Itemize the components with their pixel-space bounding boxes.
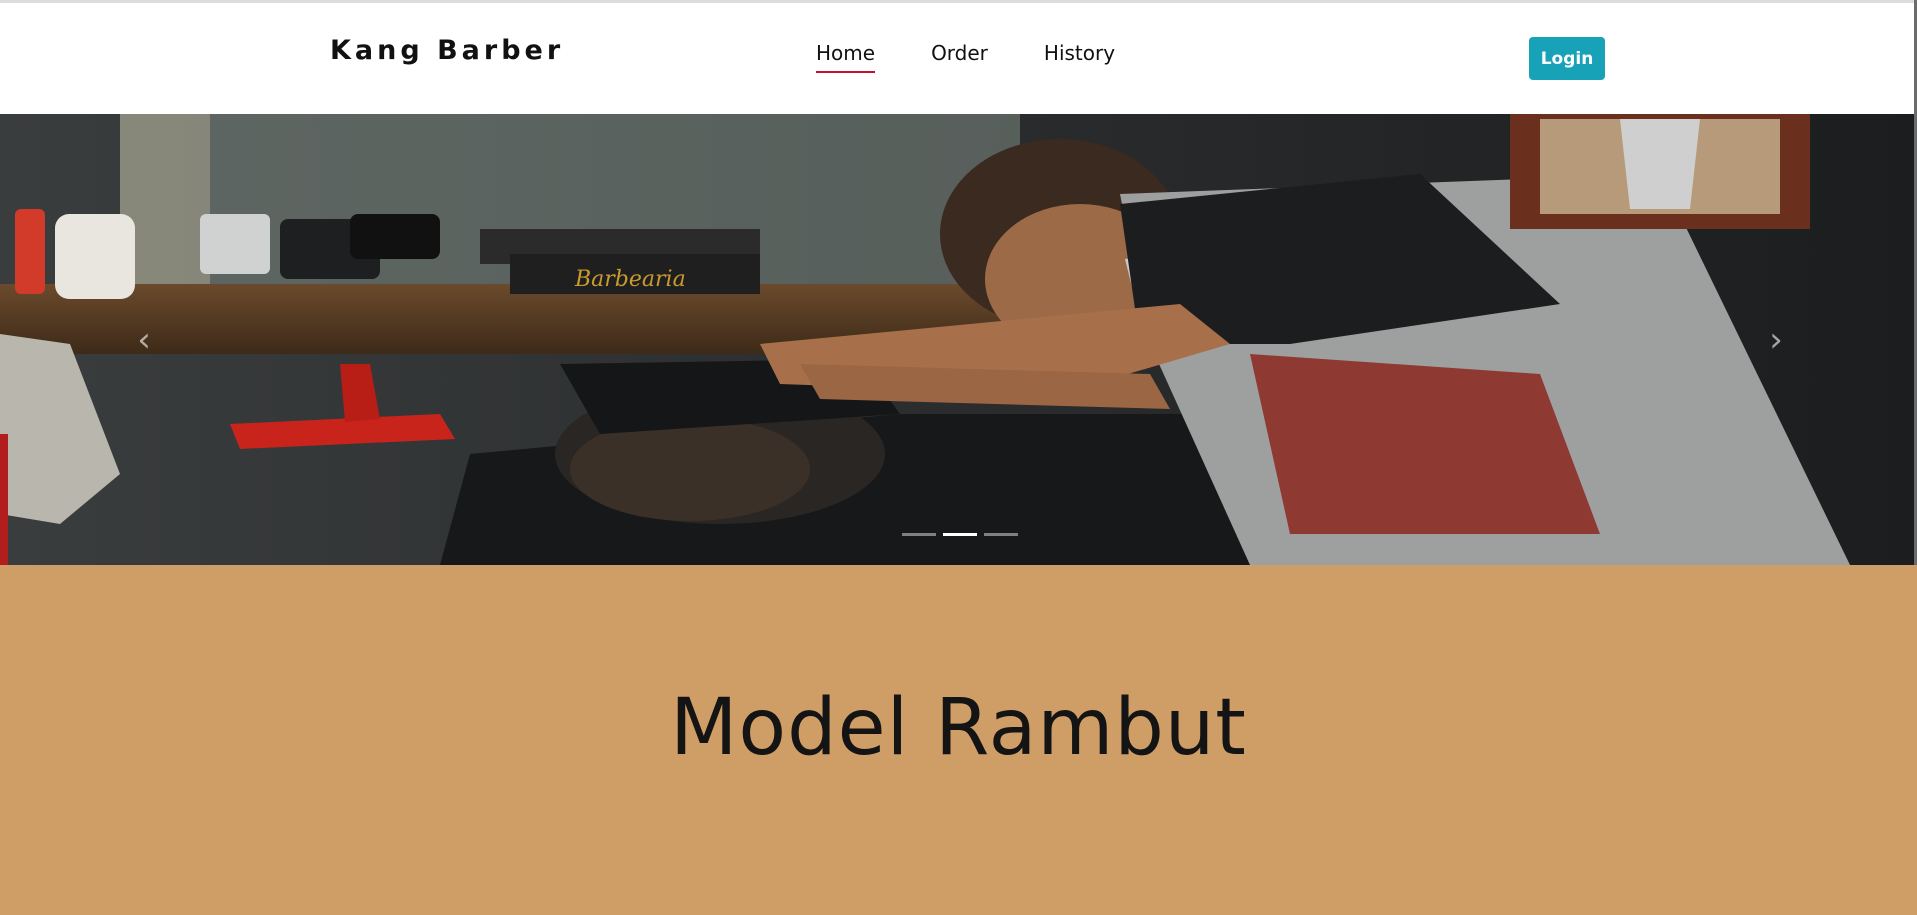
navbar: Kang Barber Home Order History Login [0,3,1914,114]
section-title: Model Rambut [670,683,1247,773]
nav-link-history[interactable]: History [1044,41,1115,73]
carousel-indicator-3[interactable] [984,533,1018,536]
carousel-indicators [902,533,1018,536]
login-button[interactable]: Login [1529,37,1605,80]
hairstyle-section: Model Rambut [0,565,1917,915]
carousel-indicator-1[interactable] [902,533,936,536]
nav-links: Home Order History [816,41,1115,73]
chevron-right-icon: › [1769,320,1783,360]
brand-logo[interactable]: Kang Barber [330,35,564,66]
hero-carousel: Barbearia ‹ › [0,114,1914,565]
carousel-prev-button[interactable]: ‹ [124,320,164,360]
carousel-indicator-2[interactable] [943,533,977,536]
hero-image: Barbearia [0,114,1914,565]
carousel-next-button[interactable]: › [1756,320,1796,360]
svg-text:Barbearia: Barbearia [574,267,686,292]
nav-link-order[interactable]: Order [931,41,988,73]
nav-link-home[interactable]: Home [816,41,876,73]
chevron-left-icon: ‹ [137,320,151,360]
